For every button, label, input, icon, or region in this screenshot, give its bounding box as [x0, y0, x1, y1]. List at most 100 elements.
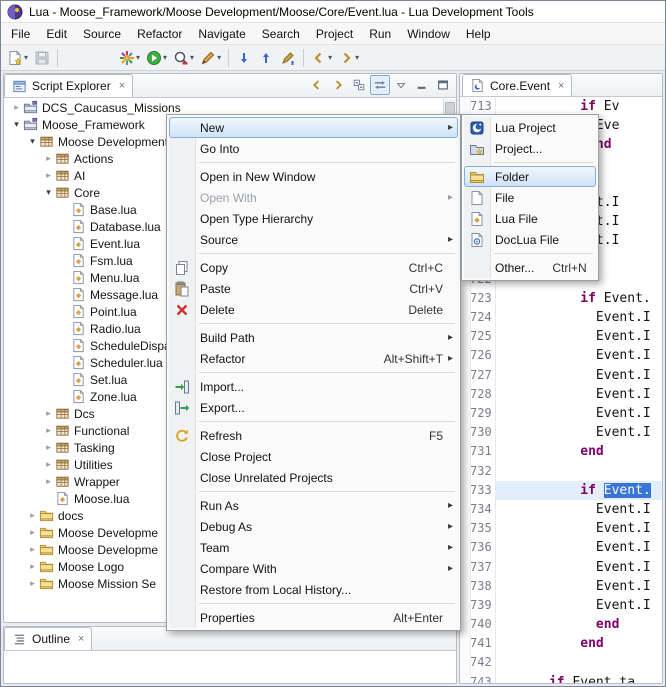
dropdown-arrow-icon[interactable]: ▾	[190, 53, 194, 62]
code-text[interactable]: Event.I	[496, 596, 662, 615]
coverage-button[interactable]: ▾	[170, 47, 197, 69]
dropdown-arrow-icon[interactable]: ▾	[217, 53, 221, 62]
menubar-item-project[interactable]: Project	[308, 23, 361, 44]
context-menu-item-open-in-new-window[interactable]: Open in New Window	[169, 166, 458, 187]
forward-button[interactable]	[328, 75, 348, 95]
code-text[interactable]: if Event.	[496, 289, 662, 308]
view-menu-button[interactable]	[391, 75, 411, 95]
code-text[interactable]: Event.I	[496, 404, 662, 423]
code-text[interactable]	[496, 462, 662, 481]
tab-script-explorer[interactable]: Script Explorer ×	[4, 74, 133, 97]
code-text[interactable]: if Event.ta	[496, 673, 662, 683]
code-text[interactable]: Event.I	[496, 558, 662, 577]
menubar-item-search[interactable]: Search	[254, 23, 308, 44]
collapsed-arrow-icon[interactable]: ▸	[26, 544, 39, 555]
context-menu-item-debug-as[interactable]: Debug As▸	[169, 516, 458, 537]
collapsed-arrow-icon[interactable]: ▸	[42, 425, 55, 436]
previous-annotation-button[interactable]	[255, 47, 277, 69]
back-button[interactable]: ▾	[308, 47, 335, 69]
tab-core-event[interactable]: Core.Event ×	[462, 74, 572, 96]
next-annotation-button[interactable]	[233, 47, 255, 69]
new-submenu-item-file[interactable]: File	[464, 187, 596, 208]
menubar-item-navigate[interactable]: Navigate	[190, 23, 253, 44]
code-text[interactable]: Event.I	[496, 423, 662, 442]
collapse-all-button[interactable]	[349, 75, 369, 95]
link-editor-button[interactable]	[370, 75, 390, 95]
context-menu-item-source[interactable]: Source▸	[169, 229, 458, 250]
expanded-arrow-icon[interactable]: ▾	[26, 136, 39, 147]
collapsed-arrow-icon[interactable]: ▸	[42, 153, 55, 164]
dropdown-arrow-icon[interactable]: ▾	[163, 53, 167, 62]
menubar-item-window[interactable]: Window	[399, 23, 458, 44]
new-submenu-item-project[interactable]: Project...	[464, 138, 596, 159]
expanded-arrow-icon[interactable]: ▾	[10, 119, 23, 130]
code-text[interactable]: end	[496, 615, 662, 634]
dropdown-arrow-icon[interactable]: ▾	[355, 53, 359, 62]
code-text[interactable]: Event.I	[496, 577, 662, 596]
code-text[interactable]: Event.I	[496, 538, 662, 557]
code-text[interactable]	[496, 653, 662, 672]
context-menu-item-refactor[interactable]: RefactorAlt+Shift+T▸	[169, 348, 458, 369]
new-submenu-item-folder[interactable]: Folder	[464, 166, 596, 187]
external-tools-button[interactable]: ▾	[197, 47, 224, 69]
code-text[interactable]: Event.I	[496, 366, 662, 385]
new-submenu-item-lua-project[interactable]: Lua Project	[464, 117, 596, 138]
run-button[interactable]: ▾	[143, 47, 170, 69]
code-text[interactable]: Event.I	[496, 327, 662, 346]
save-button[interactable]	[31, 47, 53, 69]
context-menu-item-open-with[interactable]: Open With▸	[169, 187, 458, 208]
dropdown-arrow-icon[interactable]: ▾	[24, 53, 28, 62]
code-text[interactable]: Event.I	[496, 308, 662, 327]
code-text[interactable]: end	[496, 634, 662, 653]
context-menu-item-paste[interactable]: PasteCtrl+V	[169, 278, 458, 299]
context-menu-item-restore-from-local-history[interactable]: Restore from Local History...	[169, 579, 458, 600]
close-icon[interactable]: ×	[558, 80, 564, 92]
context-menu-item-run-as[interactable]: Run As▸	[169, 495, 458, 516]
last-edit-location-button[interactable]	[277, 47, 299, 69]
new-submenu-item-other[interactable]: Other...Ctrl+N	[464, 257, 596, 278]
menubar-item-refactor[interactable]: Refactor	[129, 23, 190, 44]
collapsed-arrow-icon[interactable]: ▸	[42, 442, 55, 453]
menubar-item-file[interactable]: File	[3, 23, 38, 44]
menubar-item-source[interactable]: Source	[75, 23, 129, 44]
code-text[interactable]: end	[496, 442, 662, 461]
tab-outline[interactable]: Outline ×	[4, 627, 92, 650]
context-menu-item-close-unrelated-projects[interactable]: Close Unrelated Projects	[169, 467, 458, 488]
context-menu-item-new[interactable]: New▸	[169, 117, 458, 138]
collapsed-arrow-icon[interactable]: ▸	[26, 510, 39, 521]
new-submenu-item-lua-file[interactable]: Lua File	[464, 208, 596, 229]
context-menu-item-import[interactable]: Import...	[169, 376, 458, 397]
menubar-item-help[interactable]: Help	[458, 23, 499, 44]
context-menu-item-go-into[interactable]: Go Into	[169, 138, 458, 159]
context-menu-item-properties[interactable]: PropertiesAlt+Enter	[169, 607, 458, 628]
collapsed-arrow-icon[interactable]: ▸	[26, 527, 39, 538]
maximize-button[interactable]	[433, 75, 453, 95]
collapsed-arrow-icon[interactable]: ▸	[42, 170, 55, 181]
new-wizard-button[interactable]: ▾	[4, 47, 31, 69]
debug-button[interactable]: ▾	[116, 47, 143, 69]
collapsed-arrow-icon[interactable]: ▸	[26, 578, 39, 589]
new-submenu-item-doclua-file[interactable]: DocLua File	[464, 229, 596, 250]
context-menu-item-compare-with[interactable]: Compare With▸	[169, 558, 458, 579]
minimize-button[interactable]	[412, 75, 432, 95]
collapsed-arrow-icon[interactable]: ▸	[42, 459, 55, 470]
collapsed-arrow-icon[interactable]: ▸	[42, 408, 55, 419]
collapsed-arrow-icon[interactable]: ▸	[10, 102, 23, 113]
context-menu-item-team[interactable]: Team▸	[169, 537, 458, 558]
context-menu-item-open-type-hierarchy[interactable]: Open Type Hierarchy	[169, 208, 458, 229]
collapsed-arrow-icon[interactable]: ▸	[26, 561, 39, 572]
code-text[interactable]: Event.I	[496, 519, 662, 538]
code-text[interactable]: Event.I	[496, 385, 662, 404]
close-icon[interactable]: ×	[119, 80, 125, 92]
context-menu-item-copy[interactable]: CopyCtrl+C	[169, 257, 458, 278]
dropdown-arrow-icon[interactable]: ▾	[328, 53, 332, 62]
collapsed-arrow-icon[interactable]: ▸	[42, 476, 55, 487]
close-icon[interactable]: ×	[78, 633, 84, 645]
context-menu-item-delete[interactable]: DeleteDelete	[169, 299, 458, 320]
context-menu-item-build-path[interactable]: Build Path▸	[169, 327, 458, 348]
context-menu-item-close-project[interactable]: Close Project	[169, 446, 458, 467]
code-text[interactable]: Event.I	[496, 346, 662, 365]
menubar-item-run[interactable]: Run	[361, 23, 399, 44]
forward-button[interactable]: ▾	[335, 47, 362, 69]
code-text[interactable]: if Event.	[496, 481, 662, 500]
